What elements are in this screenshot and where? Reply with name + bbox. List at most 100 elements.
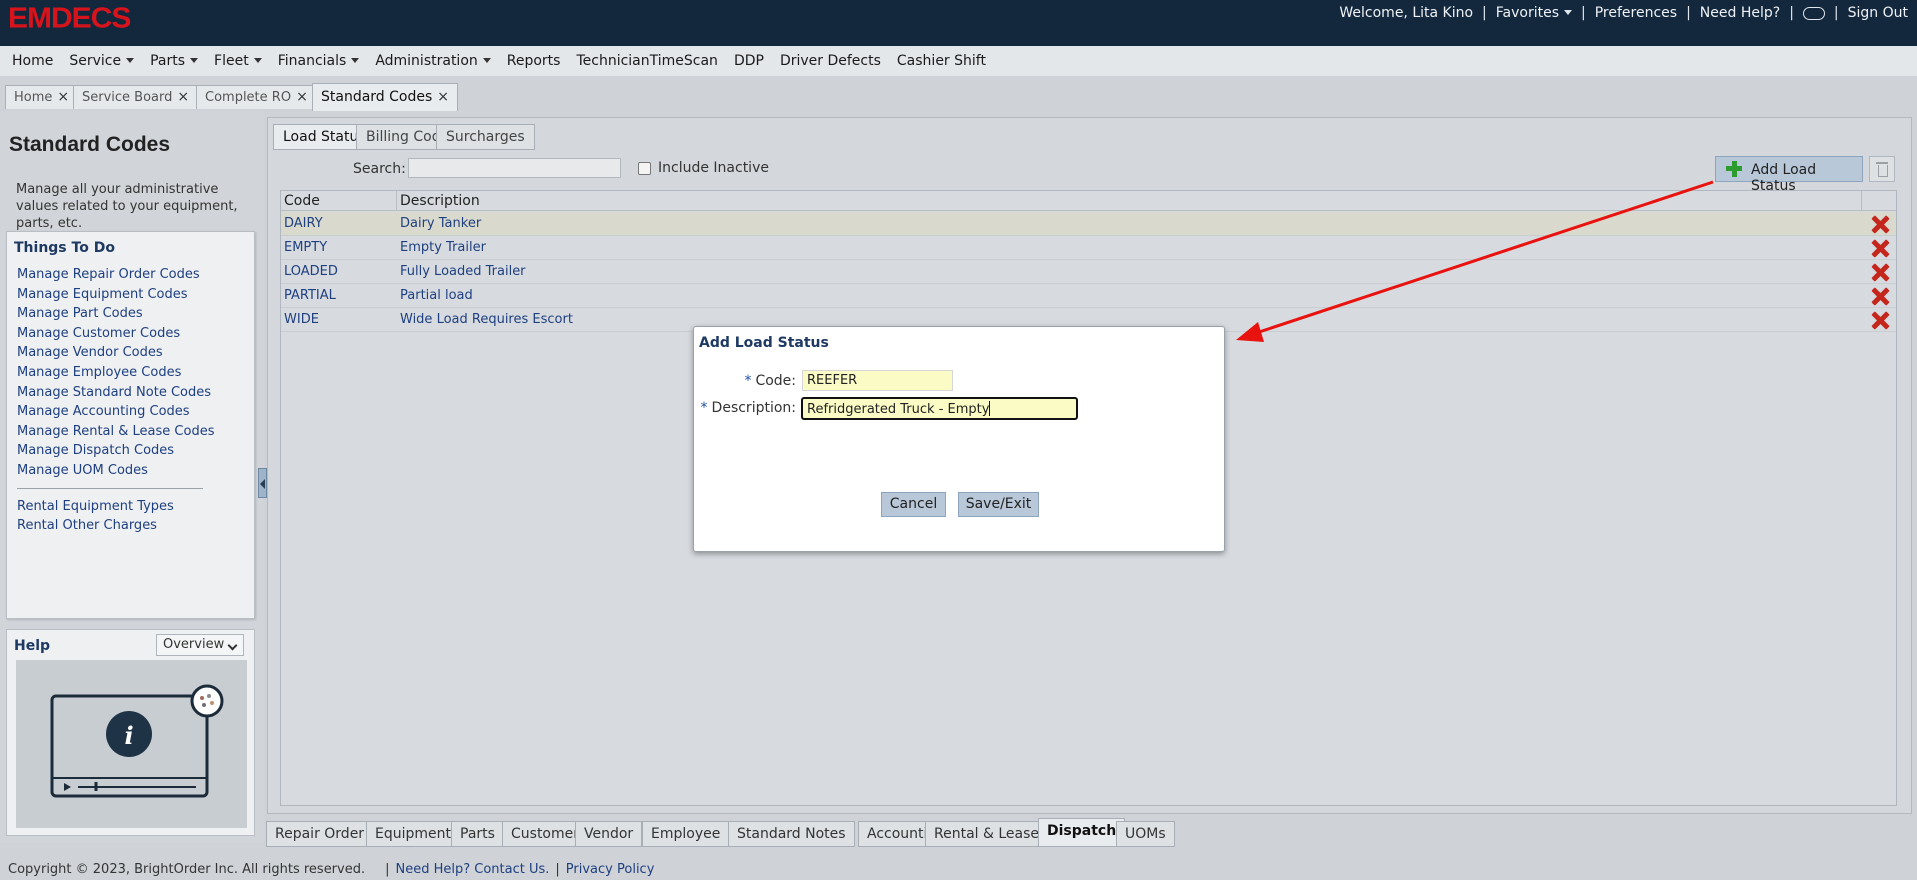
bottom-tab-dispatch[interactable]: Dispatch — [1038, 818, 1126, 847]
close-icon[interactable]: × — [57, 89, 69, 105]
todo-link[interactable]: Manage Equipment Codes — [17, 285, 214, 305]
row-code[interactable]: WIDE — [284, 312, 319, 327]
close-icon[interactable]: × — [437, 89, 449, 105]
menu-item-administration[interactable]: Administration — [367, 53, 498, 69]
include-inactive-checkbox[interactable] — [638, 162, 651, 175]
page-tab-standard-codes[interactable]: Standard Codes × — [312, 83, 459, 111]
description-input[interactable]: Refridgerated Truck - Empty — [801, 397, 1078, 420]
code-input[interactable]: REEFER — [802, 370, 953, 391]
todo-link[interactable]: Manage Vendor Codes — [17, 343, 214, 363]
things-to-do-list: Manage Repair Order Codes Manage Equipmen… — [17, 265, 214, 536]
table-header: Code Description — [281, 191, 1896, 211]
menu-item-ddp[interactable]: DDP — [726, 53, 772, 69]
help-topic-select[interactable]: Overview — [156, 634, 244, 656]
table-row[interactable]: LOADED Fully Loaded Trailer — [281, 260, 1896, 284]
page-tab-service-board[interactable]: Service Board × — [73, 85, 199, 109]
contact-help-link[interactable]: Need Help? Contact Us. — [396, 862, 550, 877]
bottom-tab-repair-order[interactable]: Repair Order — [266, 821, 374, 847]
add-load-status-dialog: Add Load Status * Code: REEFER * Descripti… — [693, 326, 1225, 552]
menu-item-service[interactable]: Service — [61, 53, 142, 69]
bottom-tab-employee[interactable]: Employee — [642, 821, 730, 847]
row-code[interactable]: EMPTY — [284, 240, 327, 255]
bottom-tab-rental-lease[interactable]: Rental & Lease — [925, 821, 1049, 847]
top-bar: EMDECS Welcome, Lita Kino | Favorites | Pr… — [0, 0, 1917, 46]
delete-icon[interactable] — [1872, 312, 1889, 329]
menu-item-cashier-shift[interactable]: Cashier Shift — [889, 53, 994, 69]
page-tab-home[interactable]: Home × — [5, 85, 79, 109]
row-code[interactable]: DAIRY — [284, 216, 323, 231]
bottom-tab-vendor[interactable]: Vendor — [575, 821, 643, 847]
delete-icon[interactable] — [1872, 264, 1889, 281]
privacy-policy-link[interactable]: Privacy Policy — [566, 862, 655, 877]
row-description[interactable]: Partial load — [400, 288, 473, 303]
add-load-status-button[interactable]: Add Load Status — [1715, 156, 1863, 194]
delete-icon[interactable] — [1872, 288, 1889, 305]
rental-link[interactable]: Rental Equipment Types — [17, 497, 214, 517]
row-description[interactable]: Fully Loaded Trailer — [400, 264, 526, 279]
bottom-tab-equipment[interactable]: Equipment — [366, 821, 460, 847]
collapse-panel-handle[interactable] — [258, 468, 267, 498]
menu-item-driver-defects[interactable]: Driver Defects — [772, 53, 889, 69]
app-logo[interactable]: EMDECS — [8, 3, 131, 35]
table-row[interactable]: DAIRY Dairy Tanker — [281, 212, 1896, 236]
chat-icon[interactable] — [1802, 6, 1825, 20]
chevron-down-icon — [227, 640, 238, 651]
todo-link[interactable]: Manage Rental & Lease Codes — [17, 422, 214, 442]
menu-item-label: Administration — [375, 53, 478, 69]
save-exit-button[interactable]: Save/Exit — [958, 492, 1039, 517]
page-tab-complete-ro[interactable]: Complete RO × — [196, 85, 317, 109]
main-menu: Home Service Parts Fleet Financials Administr… — [0, 46, 1917, 76]
todo-link[interactable]: Manage Repair Order Codes — [17, 265, 214, 285]
menu-item-parts[interactable]: Parts — [142, 53, 206, 69]
bottom-tab-standard-notes[interactable]: Standard Notes — [728, 821, 855, 847]
menu-item-reports[interactable]: Reports — [499, 53, 569, 69]
need-help-link[interactable]: Need Help? — [1691, 5, 1789, 21]
search-label: Search: — [353, 161, 406, 177]
table-row[interactable]: EMPTY Empty Trailer — [281, 236, 1896, 260]
menu-item-financials[interactable]: Financials — [270, 53, 368, 69]
left-panel: Standard Codes Manage all your administr… — [0, 111, 264, 843]
menu-item-label: Financials — [277, 53, 347, 69]
menu-item-home[interactable]: Home — [4, 53, 61, 69]
menu-item-label: Reports — [506, 53, 561, 69]
preferences-link[interactable]: Preferences — [1586, 5, 1686, 21]
trash-icon[interactable] — [1869, 156, 1895, 182]
sign-out-link[interactable]: Sign Out — [1839, 5, 1917, 21]
row-code[interactable]: LOADED — [284, 264, 338, 279]
bottom-tab-uoms[interactable]: UOMs — [1116, 821, 1175, 847]
row-description[interactable]: Dairy Tanker — [400, 216, 481, 231]
todo-link[interactable]: Manage Accounting Codes — [17, 402, 214, 422]
todo-link[interactable]: Manage Customer Codes — [17, 324, 214, 344]
page-tab-label: Complete RO — [205, 90, 292, 105]
column-header-code[interactable]: Code — [284, 193, 320, 209]
row-code[interactable]: PARTIAL — [284, 288, 336, 303]
tab-surcharges[interactable]: Surcharges — [436, 124, 535, 150]
todo-link[interactable]: Manage Dispatch Codes — [17, 441, 214, 461]
table-row[interactable]: PARTIAL Partial load — [281, 284, 1896, 308]
column-header-description[interactable]: Description — [400, 193, 480, 209]
text-cursor — [989, 401, 991, 416]
include-inactive-label[interactable]: Include Inactive — [658, 160, 769, 176]
todo-link[interactable]: Manage Standard Note Codes — [17, 383, 214, 403]
close-icon[interactable]: × — [177, 89, 189, 105]
delete-icon[interactable] — [1872, 216, 1889, 233]
help-video-thumbnail[interactable]: i — [16, 660, 247, 828]
dialog-title: Add Load Status — [699, 335, 829, 351]
caret-down-icon — [190, 58, 199, 63]
cancel-button[interactable]: Cancel — [881, 492, 946, 517]
todo-link[interactable]: Manage Employee Codes — [17, 363, 214, 383]
close-icon[interactable]: × — [296, 89, 308, 105]
menu-item-fleet[interactable]: Fleet — [206, 53, 270, 69]
menu-item-label: Home — [12, 53, 54, 69]
row-description[interactable]: Wide Load Requires Escort — [400, 312, 573, 327]
code-field-label: * Code: — [744, 373, 796, 389]
todo-link[interactable]: Manage Part Codes — [17, 304, 214, 324]
bottom-tab-parts[interactable]: Parts — [451, 821, 504, 847]
todo-link[interactable]: Manage UOM Codes — [17, 461, 214, 481]
search-input[interactable] — [408, 158, 621, 178]
favorites-menu[interactable]: Favorites — [1487, 5, 1581, 21]
row-description[interactable]: Empty Trailer — [400, 240, 486, 255]
delete-icon[interactable] — [1872, 240, 1889, 257]
menu-item-techniciantimescan[interactable]: TechnicianTimeScan — [568, 53, 725, 69]
rental-link[interactable]: Rental Other Charges — [17, 516, 214, 536]
